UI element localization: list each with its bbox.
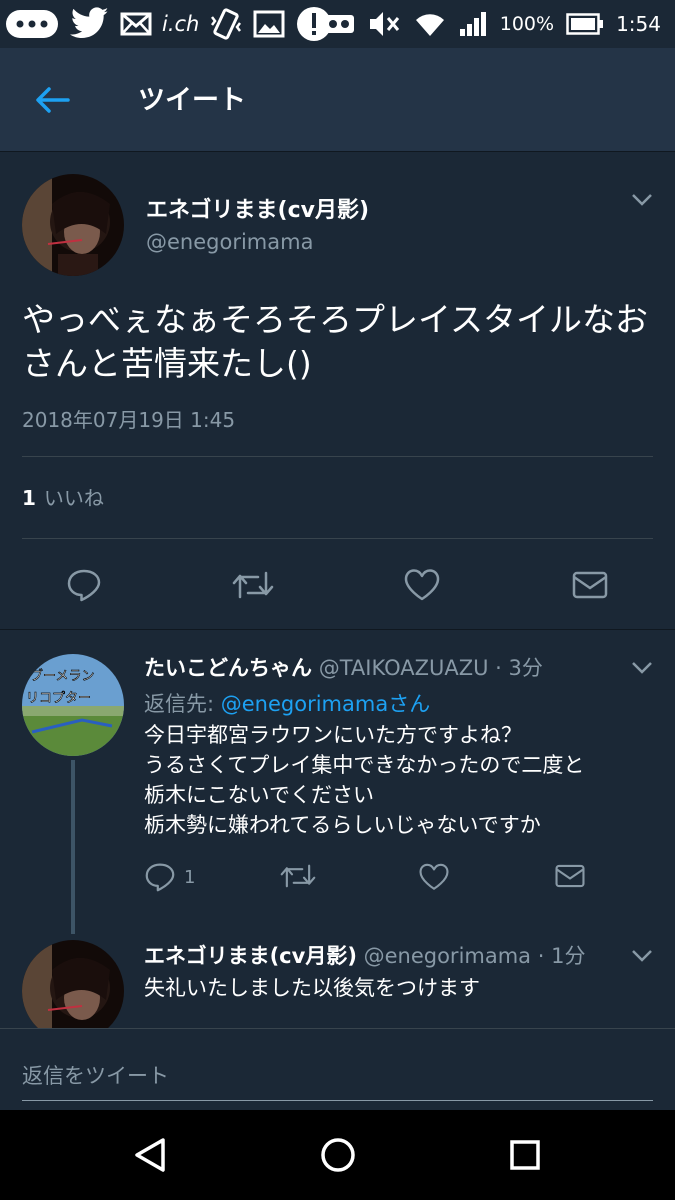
battery-icon xyxy=(566,13,604,35)
reply-compose-bar xyxy=(0,1028,675,1110)
chevron-down-icon xyxy=(632,950,652,962)
tweet-menu-button[interactable] xyxy=(631,660,653,679)
back-button[interactable] xyxy=(30,80,74,120)
retweet-button[interactable] xyxy=(231,563,275,607)
nav-back-button[interactable] xyxy=(130,1135,170,1175)
avatar-image xyxy=(22,940,124,1028)
reply-to-link[interactable]: @enegorimamaさん xyxy=(221,692,430,716)
reply-header: たいこどんちゃん @TAIKOAZUAZU · 3分 xyxy=(144,652,543,682)
mute-icon xyxy=(368,9,402,39)
retweet-icon xyxy=(280,864,316,888)
page-title: ツイート xyxy=(138,85,246,116)
timestamp: 3分 xyxy=(508,656,543,680)
retweet-button[interactable] xyxy=(280,862,316,890)
avatar-image xyxy=(22,174,124,276)
share-dm-button[interactable] xyxy=(568,563,612,607)
wifi-icon xyxy=(414,10,446,38)
square-recents-icon xyxy=(510,1140,540,1170)
reply-tweet[interactable]: エネゴリまま(cv月影) @enegorimama · 1分 失礼いたしました以… xyxy=(0,930,675,1028)
signal-icon xyxy=(458,10,488,38)
ich-app-icon: i.ch xyxy=(162,12,200,36)
tweet-text: 失礼いたしました以後気をつけます xyxy=(144,976,480,1000)
meta-separator: · xyxy=(531,944,552,968)
like-count-number: 1 xyxy=(22,486,36,510)
avatar-caption-1: ブーメラン xyxy=(30,668,94,684)
author-name[interactable]: たいこどんちゃん xyxy=(144,656,312,680)
reply-input[interactable] xyxy=(22,1051,653,1101)
android-nav-bar xyxy=(0,1110,675,1200)
avatar-image: ブーメラン リコプター xyxy=(22,654,124,756)
clock: 1:54 xyxy=(616,12,661,36)
avatar-caption-2: リコプター xyxy=(26,691,91,706)
avatar[interactable] xyxy=(22,174,124,276)
retweet-icon xyxy=(232,571,274,599)
heart-icon xyxy=(419,863,449,890)
like-button[interactable] xyxy=(400,563,444,607)
tweet-text: やっべぇなぁそろそろプレイスタイルなおさんと苦情来たし() xyxy=(22,300,649,383)
mail-icon xyxy=(572,571,608,599)
author-handle[interactable]: @enegorimama xyxy=(146,230,313,254)
tweet-date: 2018年07月19日 1:45 xyxy=(22,408,236,432)
author-name[interactable]: エネゴリまま(cv月影) xyxy=(144,944,357,968)
reply-button[interactable]: 1 xyxy=(144,862,195,892)
chevron-down-icon xyxy=(632,194,652,206)
app-header: ツイート xyxy=(0,48,675,152)
avatar[interactable]: ブーメラン リコプター xyxy=(22,654,124,756)
thread-line xyxy=(71,760,75,934)
image-icon xyxy=(253,9,285,39)
nav-home-button[interactable] xyxy=(318,1135,358,1175)
system-icons: 100% 1:54 xyxy=(322,0,661,48)
status-bar: i.ch 100% 1:54 xyxy=(0,0,675,48)
tweet-actions xyxy=(0,552,675,618)
tweet-menu-button[interactable] xyxy=(631,192,653,211)
twitter-icon xyxy=(70,7,110,41)
tweet-text: 今日宇都宮ラウワンにいた方ですよね？ うるさくてプレイ集中できなかったので二度と… xyxy=(144,723,585,837)
mail-icon xyxy=(555,864,585,888)
likes-count[interactable]: 1 いいね xyxy=(22,482,104,511)
timestamp: 1分 xyxy=(551,944,586,968)
main-tweet: エネゴリまま(cv月影) @enegorimama やっべぇなぁそろそろプレイス… xyxy=(0,152,675,630)
meta-separator: · xyxy=(488,656,509,680)
tweet-actions: 1 xyxy=(144,860,644,900)
author-handle[interactable]: @enegorimama xyxy=(364,944,531,968)
share-dm-button[interactable] xyxy=(554,862,586,890)
author-handle[interactable]: @TAIKOAZUAZU xyxy=(319,656,489,680)
reply-to-label: 返信先: xyxy=(144,692,221,716)
reply-count: 1 xyxy=(184,866,196,888)
vr-icon xyxy=(322,10,356,38)
reply-button[interactable] xyxy=(62,563,106,607)
divider xyxy=(22,538,653,539)
nav-recents-button[interactable] xyxy=(505,1135,545,1175)
heart-icon xyxy=(404,569,440,601)
triangle-back-icon xyxy=(135,1138,165,1172)
battery-percent: 100% xyxy=(499,13,555,35)
circle-home-icon xyxy=(321,1138,355,1172)
like-count-label: いいね xyxy=(43,486,104,510)
reply-tweet[interactable]: ブーメラン リコプター たいこどんちゃん @TAIKOAZUAZU · 3分 返… xyxy=(0,630,675,934)
reply-icon xyxy=(145,863,175,892)
tweet-menu-button[interactable] xyxy=(631,948,653,967)
reply-to: 返信先: @enegorimamaさん xyxy=(144,688,430,718)
author-name[interactable]: エネゴリまま(cv月影) xyxy=(146,192,369,224)
reply-header: エネゴリまま(cv月影) @enegorimama · 1分 xyxy=(144,940,585,970)
divider xyxy=(22,456,653,457)
message-icon xyxy=(4,6,60,42)
reply-icon xyxy=(67,569,101,602)
notification-icons: i.ch xyxy=(0,5,333,43)
chevron-down-icon xyxy=(632,662,652,674)
like-button[interactable] xyxy=(418,862,450,892)
back-arrow-icon xyxy=(36,87,70,113)
mail-icon xyxy=(120,9,152,39)
vibrate-icon xyxy=(209,7,243,41)
avatar[interactable] xyxy=(22,940,124,1028)
